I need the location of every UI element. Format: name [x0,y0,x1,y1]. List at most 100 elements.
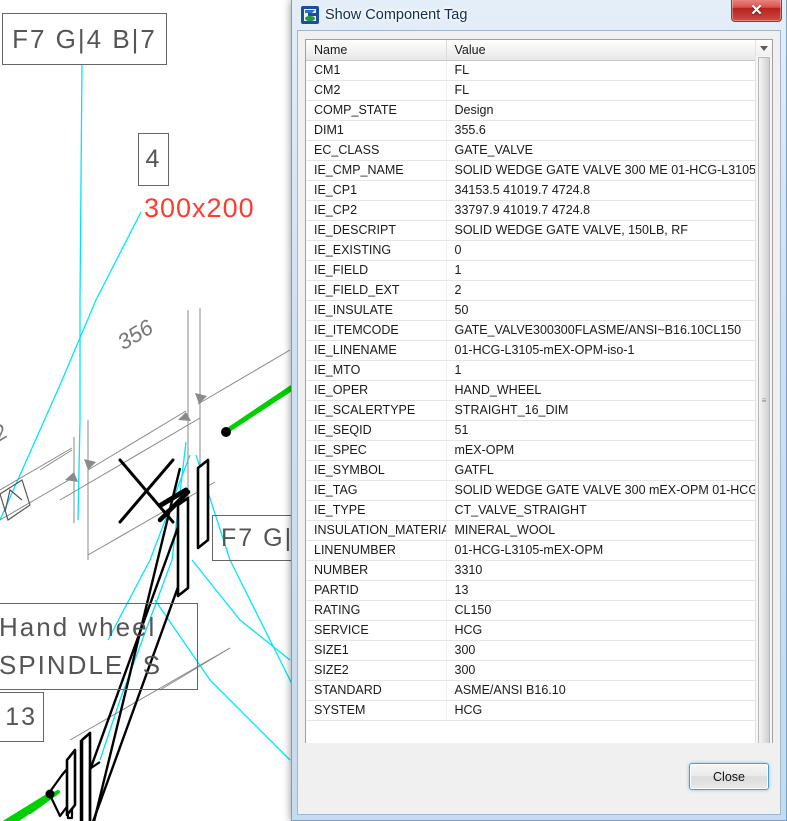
cad-size-annotation: 300x200 [144,193,255,223]
cell-property-name: IE_FIELD_EXT [306,280,447,301]
table-row[interactable]: RATING CL150 [306,600,756,621]
table-row[interactable]: INSULATION_MATERIAL MINERAL_WOOL [306,520,756,541]
table-row[interactable]: IE_LINENAME 01-HCG-L3105-mEX-OPM-iso-1 [306,340,756,361]
cell-property-name: IE_SEQID [306,420,447,441]
table-row[interactable]: SIZE2 300 [306,660,756,681]
cell-property-value: 300 [446,640,756,661]
table-row[interactable]: IE_SEQID 51 [306,420,756,441]
cell-property-name: IE_CP1 [306,180,447,201]
table-row[interactable]: IE_DESCRIPT SOLID WEDGE GATE VALVE, 150LB… [306,220,756,241]
table-row[interactable]: IE_FIELD_EXT 2 [306,280,756,301]
cell-property-name: IE_SYMBOL [306,460,447,481]
dialog-client-area: Name Value CM1 FL CM2 FL COMP_STATE Design DIM… [297,30,781,815]
window-close-icon[interactable]: ✕ [731,0,782,22]
table-row[interactable]: IE_CP2 33797.9 41019.7 4724.8 [306,200,756,221]
cell-property-value: MINERAL_WOOL [446,520,756,541]
table-row[interactable]: IE_INSULATE 50 [306,300,756,321]
cell-property-value: 50 [446,300,756,321]
cell-property-name: IE_DESCRIPT [306,220,447,241]
cell-property-value: 01-HCG-L3105-mEX-OPM [446,540,756,561]
table-row[interactable]: SIZE1 300 [306,640,756,661]
vertical-scrollbar[interactable]: ≡ [755,40,772,755]
cell-property-value: 34153.5 41019.7 4724.8 [446,180,756,201]
cell-property-value: 2 [446,280,756,301]
cell-property-value: GATE_VALVE300300FLASME/ANSI~B16.10CL150 [446,320,756,341]
table-row[interactable]: IE_TYPE CT_VALVE_STRAIGHT [306,500,756,521]
table-row[interactable]: IE_EXISTING 0 [306,240,756,261]
cell-property-value: 355.6 [446,120,756,141]
column-header-name[interactable]: Name [306,40,447,61]
table-row[interactable]: IE_SCALERTYPE STRAIGHT_16_DIM [306,400,756,421]
table-row[interactable]: LINENUMBER 01-HCG-L3105-mEX-OPM [306,540,756,561]
scroll-down-button[interactable] [756,40,772,56]
scroll-down-arrow-icon [760,45,768,51]
cad-tag-box-bottom[interactable]: 13 [0,692,44,742]
cell-property-name: IE_CMP_NAME [306,160,447,181]
cell-property-name: IE_TYPE [306,500,447,521]
cell-property-name: STANDARD [306,680,447,701]
cell-property-value: HAND_WHEEL [446,380,756,401]
table-row[interactable]: CM2 FL [306,80,756,101]
table-row[interactable]: EC_CLASS GATE_VALVE [306,140,756,161]
table-row[interactable]: IE_ITEMCODE GATE_VALVE300300FLASME/ANSI~B… [306,320,756,341]
grid-body: CM1 FL CM2 FL COMP_STATE Design DIM1 355.6 EC_CL… [306,60,756,721]
cell-property-value: FL [446,60,756,81]
table-row[interactable]: IE_CP1 34153.5 41019.7 4724.8 [306,180,756,201]
cell-property-value: CL150 [446,600,756,621]
cell-property-value: STRAIGHT_16_DIM [446,400,756,421]
cell-property-value: HCG [446,620,756,641]
table-row[interactable]: SYSTEM HCG [306,700,756,721]
column-header-value[interactable]: Value [446,40,756,61]
table-row[interactable]: PARTID 13 [306,580,756,601]
cell-property-value: 1 [446,260,756,281]
cell-property-name: SYSTEM [306,700,447,721]
cell-property-name: RATING [306,600,447,621]
cell-property-value: 1 [446,360,756,381]
window-frame: Show Component Tag ✕ Name Value CM1 FL C… [292,0,786,820]
cell-property-name: IE_CP2 [306,200,447,221]
cell-property-name: SIZE1 [306,640,447,661]
cell-property-value: HCG [446,700,756,721]
table-row[interactable]: IE_FIELD 1 [306,260,756,281]
table-row[interactable]: NUMBER 3310 [306,560,756,581]
close-x-glyph: ✕ [750,1,763,19]
cell-property-name: COMP_STATE [306,100,447,121]
cell-property-name: IE_INSULATE [306,300,447,321]
vertical-scrollbar-thumb[interactable]: ≡ [758,57,770,745]
cad-handwheel-line1: Hand wheel [0,611,157,642]
table-row[interactable]: IE_MTO 1 [306,360,756,381]
cell-property-value: 300 [446,660,756,681]
cell-property-name: CM2 [306,80,447,101]
cell-property-value: GATE_VALVE [446,140,756,161]
cad-tag-box-top[interactable]: F7 G|4 B|7 [2,13,167,65]
cell-property-value: Design [446,100,756,121]
table-row[interactable]: IE_SYMBOL GATFL [306,460,756,481]
application-icon [301,6,319,24]
title-bar[interactable]: Show Component Tag ✕ [297,0,782,30]
cell-property-value: 0 [446,240,756,261]
cell-property-value: GATFL [446,460,756,481]
property-grid-panel: Name Value CM1 FL CM2 FL COMP_STATE Design DIM… [305,39,773,772]
table-row[interactable]: COMP_STATE Design [306,100,756,121]
cell-property-value: 3310 [446,560,756,581]
cell-property-value: CT_VALVE_STRAIGHT [446,500,756,521]
cad-handwheel-box[interactable]: Hand wheel SPINDLE S [0,603,198,690]
cad-item-number-box[interactable]: 4 [138,133,169,186]
table-row[interactable]: IE_SPEC mEX-OPM [306,440,756,461]
cell-property-name: SERVICE [306,620,447,641]
cell-property-value: ASME/ANSI B16.10 [446,680,756,701]
table-row[interactable]: DIM1 355.6 [306,120,756,141]
cell-property-name: SIZE2 [306,660,447,681]
table-row[interactable]: CM1 FL [306,60,756,81]
table-row[interactable]: IE_CMP_NAME SOLID WEDGE GATE VALVE 300 ME… [306,160,756,181]
close-button[interactable]: Close [689,763,769,790]
property-grid: Name Value CM1 FL CM2 FL COMP_STATE Design DIM… [306,40,756,721]
table-row[interactable]: SERVICE HCG [306,620,756,641]
cell-property-value: 13 [446,580,756,601]
table-row[interactable]: IE_TAG SOLID WEDGE GATE VALVE 300 mEX-OPM… [306,480,756,501]
table-row[interactable]: IE_OPER HAND_WHEEL [306,380,756,401]
cell-property-name: IE_SPEC [306,440,447,461]
cell-property-value: SOLID WEDGE GATE VALVE 300 mEX-OPM 01-HC… [446,480,756,501]
table-row[interactable]: STANDARD ASME/ANSI B16.10 [306,680,756,701]
cell-property-name: IE_SCALERTYPE [306,400,447,421]
